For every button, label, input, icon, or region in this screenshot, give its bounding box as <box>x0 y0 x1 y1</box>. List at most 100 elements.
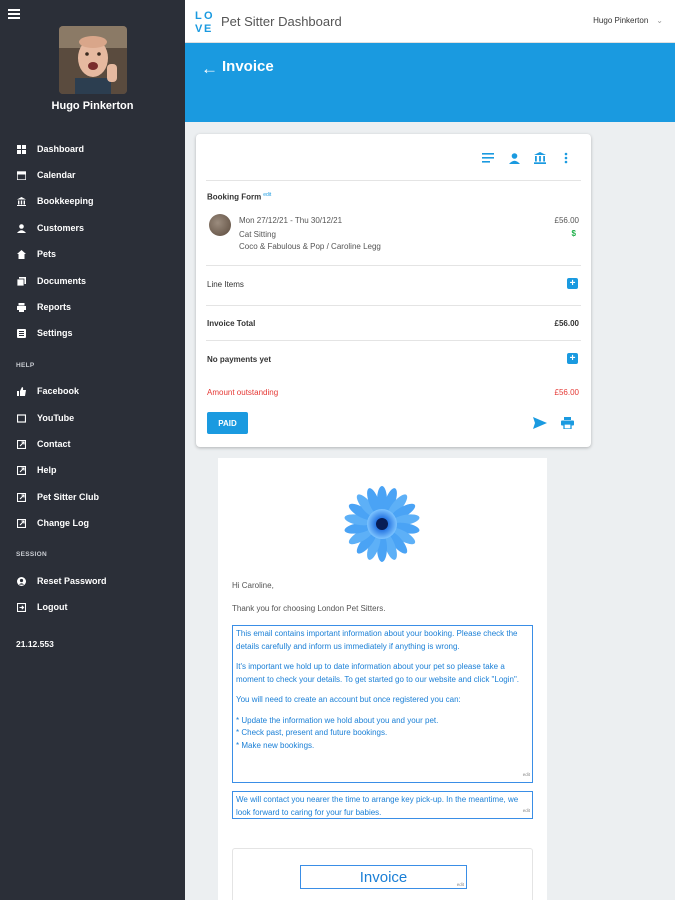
amount-outstanding-value: £56.00 <box>554 388 579 397</box>
card-actions <box>481 151 573 165</box>
external-link-icon <box>16 518 26 528</box>
edit-tag[interactable]: edit <box>457 882 464 887</box>
version-label: 21.12.553 <box>16 639 54 649</box>
email-paragraph: It's important we hold up to date inform… <box>236 662 520 684</box>
logout-icon <box>16 602 26 612</box>
email-paragraph: This email contains important informatio… <box>236 629 518 651</box>
flower-logo <box>344 486 420 562</box>
invoice-total-label: Invoice Total <box>207 319 256 328</box>
video-icon <box>16 413 26 423</box>
sidebar-item-dashboard[interactable]: Dashboard <box>0 138 185 160</box>
currency-icon: $ <box>571 229 576 238</box>
person-icon[interactable] <box>507 151 521 165</box>
svg-text:V: V <box>195 23 203 33</box>
sidebar-item-label: Reports <box>37 302 72 312</box>
sidebar-item-label: Dashboard <box>37 144 85 154</box>
chevron-down-icon: ⌄ <box>656 16 663 25</box>
thumbs-up-icon <box>16 386 26 396</box>
booking-dates[interactable]: Mon 27/12/21 - Thu 30/12/21 <box>239 216 342 225</box>
invoice-heading-editable[interactable]: Invoice edit <box>300 865 467 889</box>
sidebar-item-label: Help <box>37 465 57 475</box>
sidebar-item-reset-password[interactable]: Reset Password <box>0 570 185 592</box>
external-link-icon <box>16 465 26 475</box>
add-line-item-button[interactable]: + <box>567 278 578 289</box>
bank-icon[interactable] <box>533 151 547 165</box>
email-bullet: * Check past, present and future booking… <box>236 728 388 737</box>
person-icon <box>16 223 26 233</box>
user-menu[interactable]: Hugo Pinkerton ⌄ <box>593 16 663 25</box>
email-closing-editable[interactable]: We will contact you nearer the time to a… <box>232 791 533 819</box>
back-arrow-icon[interactable]: ← <box>201 59 218 79</box>
sidebar-item-settings[interactable]: Settings <box>0 322 185 344</box>
booking-service: Cat Sitting <box>239 230 276 239</box>
sidebar-item-documents[interactable]: Documents <box>0 270 185 292</box>
add-payment-button[interactable]: + <box>567 353 578 364</box>
sidebar-item-label: Change Log <box>37 518 89 528</box>
print-icon[interactable] <box>561 416 574 434</box>
sidebar-item-label: Facebook <box>37 386 80 396</box>
sidebar-item-label: Bookkeeping <box>37 196 94 206</box>
sidebar-item-label: YouTube <box>37 413 75 423</box>
email-bullet: * Update the information we hold about y… <box>236 715 439 725</box>
divider <box>206 340 581 341</box>
sidebar-item-youtube[interactable]: YouTube <box>0 407 185 429</box>
pet-avatar <box>209 214 231 236</box>
sidebar-item-label: Customers <box>37 223 85 233</box>
email-bullet-list: * Update the information we hold about y… <box>236 715 529 753</box>
external-link-icon <box>16 439 26 449</box>
sidebar-item-label: Logout <box>37 602 68 612</box>
external-link-icon <box>16 492 26 502</box>
sidebar-item-help[interactable]: Help <box>0 459 185 481</box>
section-label-help: HELP <box>16 362 35 369</box>
email-thanks: Thank you for choosing London Pet Sitter… <box>232 604 386 613</box>
notes-icon[interactable] <box>481 151 495 165</box>
edit-tag[interactable]: edit <box>523 805 530 818</box>
email-paragraph: You will need to create an account but o… <box>236 695 461 704</box>
booking-pets: Coco & Fabulous & Pop / Caroline Legg <box>239 242 381 251</box>
sidebar-item-pet-sitter-club[interactable]: Pet Sitter Club <box>0 486 185 508</box>
sidebar-item-contact[interactable]: Contact <box>0 433 185 455</box>
line-items-label: Line Items <box>207 280 244 289</box>
more-vert-icon[interactable] <box>559 151 573 165</box>
account-circle-icon <box>16 576 26 586</box>
sidebar-item-customers[interactable]: Customers <box>0 217 185 239</box>
user-menu-name: Hugo Pinkerton <box>593 16 649 25</box>
sidebar-item-calendar[interactable]: Calendar <box>0 164 185 186</box>
sidebar-item-logout[interactable]: Logout <box>0 596 185 618</box>
sidebar-item-reports[interactable]: Reports <box>0 296 185 318</box>
email-paragraph: We will contact you nearer the time to a… <box>236 795 519 817</box>
booking-form-label: Booking Form edit <box>207 192 272 202</box>
booking-form-edit-link[interactable]: edit <box>263 192 271 198</box>
menu-icon[interactable] <box>8 9 20 19</box>
email-body-editable[interactable]: This email contains important informatio… <box>232 625 533 783</box>
email-greeting: Hi Caroline, <box>232 581 274 590</box>
svg-text:O: O <box>204 10 213 22</box>
paw-icon <box>16 249 26 259</box>
profile-name: Hugo Pinkerton <box>51 100 134 112</box>
page-title: Invoice <box>222 58 274 75</box>
paid-button[interactable]: PAID <box>207 412 248 434</box>
documents-icon <box>16 276 26 286</box>
send-icon[interactable] <box>533 416 547 434</box>
bank-icon <box>16 196 26 206</box>
sidebar-item-label: Pets <box>37 249 57 259</box>
booking-price: £56.00 <box>554 216 579 225</box>
amount-outstanding-label: Amount outstanding <box>207 388 279 397</box>
avatar[interactable] <box>59 26 127 94</box>
sidebar: Hugo Pinkerton Dashboard Calendar Bookke… <box>0 0 185 900</box>
divider <box>206 265 581 266</box>
sidebar-item-label: Contact <box>37 439 71 449</box>
payments-label: No payments yet <box>207 355 272 364</box>
calendar-icon <box>16 170 26 180</box>
page-header: ← Invoice <box>185 43 675 122</box>
sidebar-item-change-log[interactable]: Change Log <box>0 512 185 534</box>
sidebar-item-pets[interactable]: Pets <box>0 243 185 265</box>
sidebar-item-bookkeeping[interactable]: Bookkeeping <box>0 190 185 212</box>
email-bullet: * Make new bookings. <box>236 740 315 750</box>
sidebar-item-facebook[interactable]: Facebook <box>0 380 185 402</box>
divider <box>206 180 581 181</box>
edit-tag[interactable]: edit <box>523 769 530 782</box>
love-logo[interactable]: L O V E <box>195 9 213 33</box>
top-bar: L O V E Pet Sitter Dashboard Hugo Pinker… <box>185 0 675 43</box>
invoice-card: Booking Form edit Mon 27/12/21 - Thu 30/1… <box>196 134 591 447</box>
